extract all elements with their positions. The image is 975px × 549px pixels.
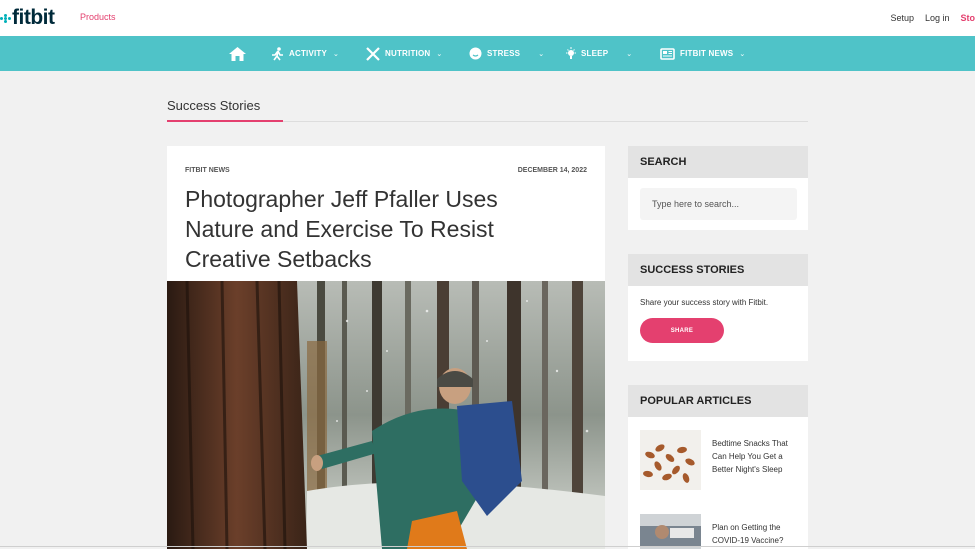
- top-links: Setup Log in Sto: [879, 13, 975, 23]
- chevron-down-icon: ⌄: [333, 50, 340, 58]
- chevron-down-icon: ⌄: [538, 50, 545, 58]
- search-heading: SEARCH: [628, 146, 808, 178]
- page-title: Success Stories: [167, 98, 261, 113]
- login-link[interactable]: Log in: [925, 13, 950, 23]
- nav-fitbit-news[interactable]: FITBIT NEWS ⌄: [660, 36, 745, 71]
- article-card[interactable]: FITBIT NEWS DECEMBER 14, 2022 Photograph…: [167, 146, 605, 549]
- nav-nutrition-label: NUTRITION: [385, 49, 431, 58]
- nav-home[interactable]: [229, 36, 251, 71]
- article-thumbnail[interactable]: [640, 514, 701, 549]
- article-thumbnail[interactable]: [640, 430, 701, 490]
- nav-activity[interactable]: ACTIVITY ⌄: [271, 36, 339, 71]
- fitbit-logo[interactable]: fitbit: [0, 6, 55, 30]
- newspaper-icon: [660, 47, 675, 60]
- article-title[interactable]: Photographer Jeff Pfaller Uses Nature an…: [185, 184, 545, 274]
- utensils-icon: [366, 46, 380, 61]
- title-underline: [167, 120, 283, 122]
- popular-articles-widget: POPULAR ARTICLES Bedtime Snacks That Can…: [628, 385, 808, 549]
- chevron-down-icon: ⌄: [436, 50, 443, 58]
- nav-stress[interactable]: STRESS ⌄: [469, 36, 544, 71]
- nav-activity-label: ACTIVITY: [289, 49, 328, 58]
- face-icon: [469, 47, 482, 60]
- fitbit-dots-icon: [0, 10, 11, 26]
- store-link[interactable]: Sto: [961, 13, 975, 23]
- home-icon: [229, 46, 246, 61]
- success-stories-text: Share your success story with Fitbit.: [640, 298, 769, 307]
- list-item[interactable]: Bedtime Snacks That Can Help You Get a B…: [640, 430, 800, 490]
- success-stories-widget: SUCCESS STORIES Share your success story…: [628, 254, 808, 361]
- nav-nutrition[interactable]: NUTRITION ⌄: [366, 36, 442, 71]
- popular-article-title[interactable]: Bedtime Snacks That Can Help You Get a B…: [712, 437, 800, 476]
- share-button[interactable]: SHARE: [640, 318, 724, 343]
- chevron-down-icon: ⌄: [739, 50, 746, 58]
- setup-link[interactable]: Setup: [890, 13, 914, 23]
- search-widget: SEARCH Type here to search...: [628, 146, 808, 230]
- article-hero-image[interactable]: [167, 281, 605, 549]
- nav-sleep[interactable]: SLEEP ⌄: [566, 36, 632, 71]
- lightbulb-icon: [566, 46, 576, 59]
- success-stories-heading: SUCCESS STORIES: [628, 254, 808, 286]
- divider: [0, 546, 975, 547]
- search-input[interactable]: Type here to search...: [640, 188, 797, 220]
- nav-stress-label: STRESS: [487, 49, 521, 58]
- article-date: DECEMBER 14, 2022: [517, 167, 587, 174]
- products-link[interactable]: Products: [80, 12, 116, 22]
- running-icon: [272, 46, 283, 60]
- list-item[interactable]: Plan on Getting the COVID-19 Vaccine?: [640, 514, 800, 549]
- popular-articles-heading: POPULAR ARTICLES: [628, 385, 808, 417]
- popular-article-title[interactable]: Plan on Getting the COVID-19 Vaccine?: [712, 521, 800, 547]
- top-bar: fitbit Products Setup Log in Sto: [0, 0, 975, 36]
- main-nav: ACTIVITY ⌄ NUTRITION ⌄ STRESS ⌄ SLEEP ⌄ …: [0, 36, 975, 71]
- article-category[interactable]: FITBIT NEWS: [185, 167, 230, 174]
- logo-text: fitbit: [12, 6, 55, 29]
- chevron-down-icon: ⌄: [626, 50, 633, 58]
- nav-fitbit-news-label: FITBIT NEWS: [680, 49, 734, 58]
- nav-sleep-label: SLEEP: [581, 49, 609, 58]
